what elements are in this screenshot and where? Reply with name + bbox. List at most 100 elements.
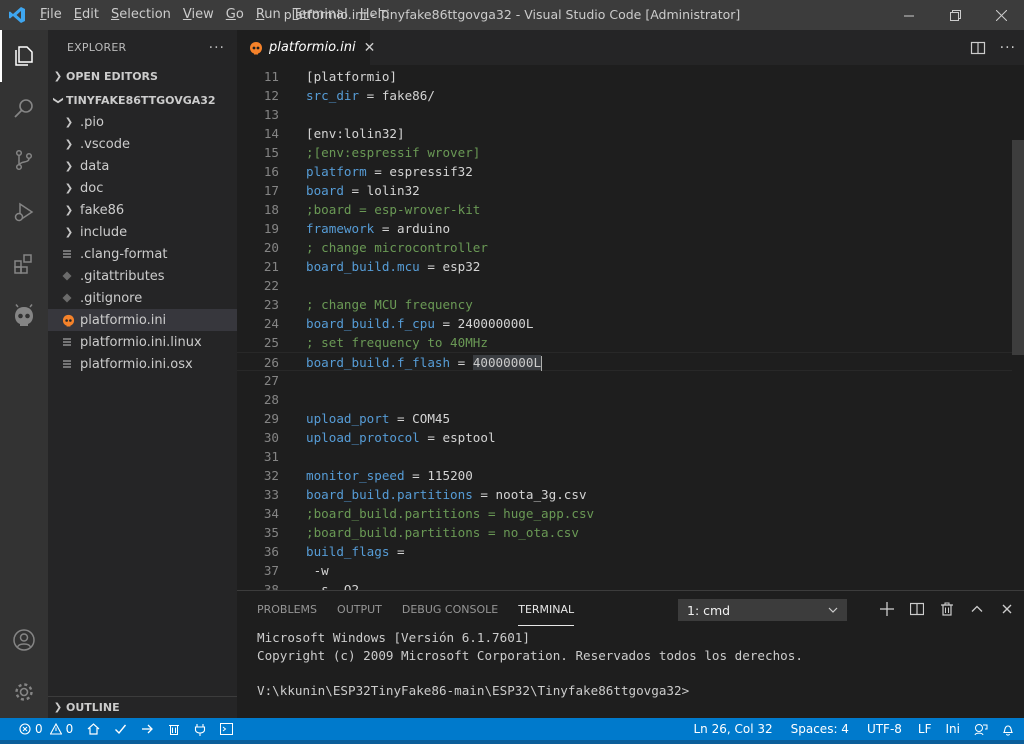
problems-indicator[interactable]: 0 0 [12, 718, 80, 740]
ini-text: = COM45 [389, 411, 451, 426]
close-panel-icon[interactable] [1000, 602, 1014, 616]
menu-terminal[interactable]: Terminal [287, 0, 354, 30]
git-diamond-icon [62, 271, 76, 281]
ini-text: = esp32 [419, 259, 481, 274]
pio-clean-trash-icon[interactable] [161, 718, 187, 740]
trash-icon[interactable] [940, 602, 954, 616]
indentation[interactable]: Spaces: 4 [784, 718, 856, 740]
source-control-icon[interactable] [0, 134, 48, 186]
ini-text: = espressif32 [366, 164, 473, 179]
chevron-down-icon: ❯ [52, 95, 64, 105]
pio-home-icon[interactable] [80, 718, 107, 740]
code-line: 36 build_flags = [237, 542, 1012, 561]
line-number: 32 [263, 468, 279, 483]
restore-icon[interactable] [932, 0, 978, 30]
close-tab-icon[interactable]: ✕ [364, 40, 376, 56]
encoding[interactable]: UTF-8 [860, 718, 909, 740]
tab-platformio-ini[interactable]: platformio.ini ✕ [237, 30, 375, 65]
terminal-line: Copyright (c) 2009 Microsoft Corporation… [257, 647, 803, 663]
workspace-section[interactable]: ❯ TINYFAKE86TTGOVGA32 [48, 89, 237, 111]
pio-serial-plug-icon[interactable] [187, 718, 213, 740]
code-line: 32 monitor_speed = 115200 [237, 466, 1012, 485]
outline-section[interactable]: ❯ OUTLINE [48, 696, 237, 718]
explorer-icon[interactable] [0, 30, 48, 82]
code-line: 15 ;[env:espressif wrover] [237, 143, 1012, 162]
chevron-right-icon: ❯ [64, 116, 74, 128]
code-editor[interactable]: 11 [platformio] 12 src_dir = fake86/13 14 [en… [237, 65, 1024, 590]
code-line: 35 ;board_build.partitions = no_ota.csv [237, 523, 1012, 542]
tab-debug-console[interactable]: DEBUG CONSOLE [402, 591, 498, 626]
split-terminal-icon[interactable] [910, 602, 924, 616]
notifications-bell-icon[interactable] [995, 718, 1024, 740]
manage-gear-icon[interactable] [0, 666, 48, 718]
open-editors-section[interactable]: ❯ OPEN EDITORS [48, 65, 237, 87]
folder-item[interactable]: ❯ data [48, 155, 237, 177]
close-window-icon[interactable] [978, 0, 1024, 30]
folder-item[interactable]: ❯ fake86 [48, 199, 237, 221]
maximize-panel-icon[interactable] [970, 602, 984, 616]
terminal-select[interactable]: 1: cmd [678, 599, 847, 621]
feedback-icon[interactable] [967, 718, 995, 740]
menu-go[interactable]: Go [220, 0, 250, 30]
menu-run[interactable]: Run [250, 0, 287, 30]
menu-edit[interactable]: Edit [68, 0, 105, 30]
file-item[interactable]: platformio.ini.linux [48, 331, 237, 353]
menu-help[interactable]: Help [354, 0, 396, 30]
ini-text: = esptool [419, 430, 496, 445]
platformio-icon[interactable] [0, 290, 48, 342]
explorer-title: EXPLORER [67, 41, 127, 54]
code-line: 16 platform = espressif32 [237, 162, 1012, 181]
activity-bar [0, 30, 48, 718]
cursor-position[interactable]: Ln 26, Col 32 [686, 718, 779, 740]
ini-comment: ;board_build.partitions = huge_app.csv [306, 506, 595, 521]
ini-key: framework [306, 221, 375, 236]
end-of-line[interactable]: LF [911, 718, 939, 740]
menu-view[interactable]: View [177, 0, 220, 30]
more-actions-icon[interactable]: ··· [209, 40, 225, 56]
folder-item[interactable]: ❯ .vscode [48, 133, 237, 155]
ini-text: = lolin32 [343, 183, 420, 198]
menu-selection[interactable]: Selection [105, 0, 177, 30]
more-actions-icon[interactable]: ··· [1000, 40, 1016, 56]
pio-build-check-icon[interactable] [107, 718, 134, 740]
file-item[interactable]: platformio.ini.osx [48, 353, 237, 375]
error-count: 0 [35, 722, 43, 736]
line-number: 36 [263, 544, 279, 559]
folder-item[interactable]: ❯ doc [48, 177, 237, 199]
tab-problems[interactable]: PROBLEMS [257, 591, 317, 626]
tab-terminal[interactable]: TERMINAL [518, 591, 575, 626]
search-icon[interactable] [0, 82, 48, 134]
editor-scrollbar[interactable] [1012, 140, 1024, 355]
menu-file[interactable]: File [34, 0, 68, 30]
pio-upload-arrow-icon[interactable] [134, 718, 161, 740]
pio-terminal-icon[interactable] [213, 718, 240, 740]
ini-text: [platformio] [306, 69, 397, 84]
code-line: 25 ; set frequency to 40MHz [237, 333, 1012, 352]
tab-output[interactable]: OUTPUT [337, 591, 382, 626]
new-terminal-icon[interactable] [880, 601, 894, 616]
accounts-icon[interactable] [0, 614, 48, 666]
code-line: 23 ; change MCU frequency [237, 295, 1012, 314]
code-line: 29 upload_port = COM45 [237, 409, 1012, 428]
terminal-output[interactable]: Microsoft Windows [Versión 6.1.7601] Copy… [257, 629, 803, 699]
ini-text: = arduino [374, 221, 451, 236]
folder-item[interactable]: ❯ .pio [48, 111, 237, 133]
chevron-down-icon [828, 607, 838, 613]
file-lines-icon [62, 249, 76, 259]
split-editor-icon[interactable] [970, 40, 986, 56]
remote-indicator[interactable] [0, 718, 12, 740]
file-item[interactable]: .gitattributes [48, 265, 237, 287]
minimize-icon[interactable] [886, 0, 932, 30]
line-number: 34 [263, 506, 279, 521]
file-item[interactable]: .gitignore [48, 287, 237, 309]
code-text: board_build.f_cpu = 240000000L [306, 314, 533, 333]
run-debug-icon[interactable] [0, 186, 48, 238]
extensions-icon[interactable] [0, 238, 48, 290]
ini-text: = [389, 544, 405, 559]
line-number: 15 [263, 145, 279, 160]
file-item[interactable]: platformio.ini [48, 309, 237, 331]
language-mode[interactable]: Ini [939, 718, 967, 740]
file-item[interactable]: .clang-format [48, 243, 237, 265]
folder-item[interactable]: ❯ include [48, 221, 237, 243]
line-number: 31 [263, 449, 279, 464]
